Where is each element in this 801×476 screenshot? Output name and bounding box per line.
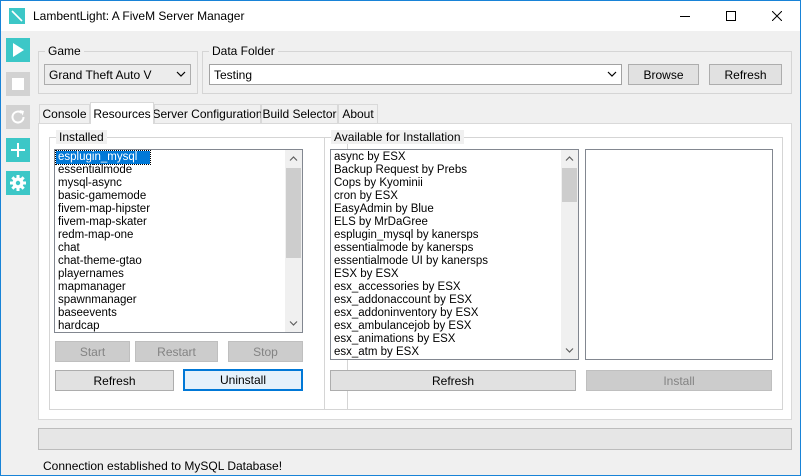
available-list-item[interactable]: esx_addonaccount by ESX	[332, 294, 488, 307]
installed-list-item[interactable]: esplugin_mysql	[55, 150, 152, 165]
close-button[interactable]	[754, 1, 800, 31]
available-list-item[interactable]: async by ESX	[332, 151, 488, 164]
maximize-button[interactable]	[708, 1, 754, 31]
game-group-label: Game	[45, 44, 84, 58]
available-list-item[interactable]: Cops by Kyominii	[332, 177, 488, 190]
stop-server-button[interactable]	[6, 72, 30, 96]
maximize-icon	[726, 11, 736, 21]
data-folder-select[interactable]: Testing	[209, 64, 622, 85]
stop-icon	[12, 78, 24, 90]
scroll-down-button[interactable]	[561, 342, 578, 359]
installed-group-label: Installed	[56, 130, 107, 144]
tab-about[interactable]: About	[338, 104, 378, 123]
installed-list-item[interactable]: essentialmode	[56, 164, 150, 177]
scroll-thumb[interactable]	[286, 168, 301, 258]
available-list-item[interactable]: esplugin_mysql by kanersps	[332, 229, 488, 242]
install-button[interactable]: Install	[586, 370, 772, 391]
refresh-installed-button[interactable]: Refresh	[55, 370, 174, 391]
game-select-value: Grand Theft Auto V	[49, 68, 152, 82]
available-list-item[interactable]: cron by ESX	[332, 190, 488, 203]
available-list-item[interactable]: ESX by ESX	[332, 268, 488, 281]
tab-console[interactable]: Console	[39, 104, 90, 123]
plus-icon	[11, 143, 25, 157]
browse-button[interactable]: Browse	[628, 64, 699, 85]
installed-list-item[interactable]: spawnmanager	[56, 294, 150, 307]
status-message: Connection established to MySQL Database…	[43, 459, 283, 473]
available-list-item[interactable]: esx_accessories by ESX	[332, 281, 488, 294]
progress-bar	[38, 428, 792, 450]
chevron-down-icon	[176, 71, 186, 77]
installed-list-item[interactable]: fivem-map-skater	[56, 216, 150, 229]
installed-list-item[interactable]: basic-gamemode	[56, 190, 150, 203]
refresh-available-button[interactable]: Refresh	[330, 370, 576, 391]
refresh-folders-button[interactable]: Refresh	[709, 64, 782, 85]
chevron-down-icon	[289, 321, 298, 326]
available-list-item[interactable]: Backup Request by Prebs	[332, 164, 488, 177]
uninstall-button[interactable]: Uninstall	[183, 369, 303, 391]
game-select[interactable]: Grand Theft Auto V	[44, 64, 191, 85]
gear-icon	[10, 175, 26, 191]
close-icon	[772, 11, 782, 21]
chevron-down-icon	[565, 348, 574, 353]
installed-list-item[interactable]: chat	[56, 242, 150, 255]
available-group-label: Available for Installation	[331, 130, 464, 144]
restart-server-button[interactable]	[6, 105, 30, 129]
settings-button[interactable]	[6, 171, 30, 195]
available-list-item[interactable]: EasyAdmin by Blue	[332, 203, 488, 216]
app-logo-icon	[9, 8, 25, 24]
minimize-button[interactable]	[662, 1, 708, 31]
available-list-item[interactable]: essentialmode by kanersps	[332, 242, 488, 255]
window-title: LambentLight: A FiveM Server Manager	[33, 9, 245, 23]
restart-resource-button[interactable]: Restart	[135, 341, 218, 362]
available-items: async by ESX Backup Request by Prebs Cops …	[332, 151, 488, 359]
installed-list-item[interactable]: hardcap	[56, 320, 150, 332]
available-list-item[interactable]: ELS by MrDaGree	[332, 216, 488, 229]
installed-list-item[interactable]: mysql-async	[56, 177, 150, 190]
scroll-thumb[interactable]	[562, 168, 577, 202]
available-list-item[interactable]: esx_atm by ESX	[332, 346, 488, 359]
chevron-up-icon	[565, 156, 574, 161]
installed-list-item[interactable]: redm-map-one	[56, 229, 150, 242]
minimize-icon	[680, 16, 690, 17]
available-list-item[interactable]: esx_ambulancejob by ESX	[332, 320, 488, 333]
tab-resources[interactable]: Resources	[90, 102, 154, 124]
available-list-item[interactable]: esx_addoninventory by ESX	[332, 307, 488, 320]
available-list-item[interactable]: essentialmode UI by kanersps	[332, 255, 488, 268]
scroll-up-button[interactable]	[561, 150, 578, 167]
installed-scrollbar[interactable]	[285, 150, 302, 332]
create-folder-button[interactable]	[6, 138, 30, 162]
start-server-button[interactable]	[6, 38, 30, 62]
resources-panel: Installed esplugin_mysql essentialmode mys…	[38, 123, 792, 420]
installed-items: esplugin_mysql essentialmode mysql-async ba…	[55, 150, 152, 332]
data-folder-group-label: Data Folder	[209, 44, 278, 58]
scroll-up-button[interactable]	[285, 150, 302, 167]
available-list-item[interactable]: esx_animations by ESX	[332, 333, 488, 346]
available-list[interactable]: async by ESX Backup Request by Prebs Cops …	[330, 149, 579, 360]
title-bar[interactable]: LambentLight: A FiveM Server Manager	[1, 1, 800, 31]
installed-list-item[interactable]: baseevents	[56, 307, 150, 320]
play-icon	[13, 43, 24, 57]
available-scrollbar[interactable]	[561, 150, 578, 359]
data-folder-select-value: Testing	[214, 68, 253, 82]
installed-list-item[interactable]: playernames	[56, 268, 150, 281]
installed-list[interactable]: esplugin_mysql essentialmode mysql-async ba…	[54, 149, 303, 333]
tab-server-configuration[interactable]: Server Configuration	[152, 104, 263, 123]
refresh-icon	[11, 110, 25, 124]
scroll-down-button[interactable]	[285, 315, 302, 332]
main-window: LambentLight: A FiveM Server Manager Gam…	[0, 0, 801, 476]
stop-resource-button[interactable]: Stop	[228, 341, 303, 362]
installed-list-item[interactable]: chat-theme-gtao	[56, 255, 150, 268]
chevron-up-icon	[289, 156, 298, 161]
tab-build-selector[interactable]: Build Selector	[261, 104, 338, 123]
installed-list-item[interactable]: fivem-map-hipster	[56, 203, 150, 216]
chevron-down-icon	[607, 71, 617, 77]
resource-details-box[interactable]	[585, 149, 773, 360]
installed-list-item[interactable]: mapmanager	[56, 281, 150, 294]
start-resource-button[interactable]: Start	[55, 341, 130, 362]
